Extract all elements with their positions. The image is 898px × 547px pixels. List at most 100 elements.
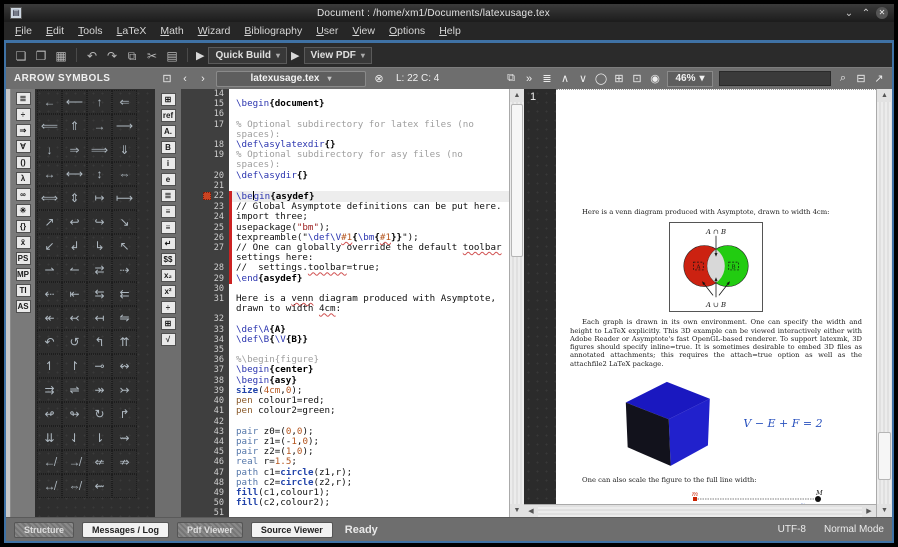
- arrow-symbol[interactable]: ↲: [62, 234, 87, 258]
- code-line[interactable]: 28// settings.toolbar=true;: [181, 263, 509, 273]
- pdf-page-list[interactable]: 1: [524, 89, 556, 504]
- arrow-symbol[interactable]: ⟹: [87, 138, 112, 162]
- arrow-symbol[interactable]: [112, 474, 137, 498]
- code-line[interactable]: 49fill(c1,colour1);: [181, 488, 509, 498]
- scroll-up-icon[interactable]: ▲: [881, 89, 888, 102]
- line-number-gutter[interactable]: 43: [181, 427, 229, 437]
- menu-math[interactable]: Math: [153, 25, 190, 37]
- arrow-symbol[interactable]: ⇜: [87, 474, 112, 498]
- arrow-symbol[interactable]: ⇒: [62, 138, 87, 162]
- bookmark-icon[interactable]: [203, 192, 211, 200]
- line-number-gutter[interactable]: 50: [181, 498, 229, 508]
- code-line[interactable]: 27// One can globally override the defau…: [181, 243, 509, 263]
- previous-page-icon[interactable]: ∧: [557, 72, 573, 85]
- arrow-symbol[interactable]: ↱: [112, 402, 137, 426]
- misc-math-symbols-icon[interactable]: ∀: [16, 140, 31, 153]
- menu-tools[interactable]: Tools: [71, 25, 110, 37]
- pdf-vertical-scrollbar[interactable]: ▲ ▼: [876, 89, 892, 517]
- back-icon[interactable]: ‹: [177, 73, 193, 85]
- arrow-symbol[interactable]: ↩: [62, 210, 87, 234]
- line-number-gutter[interactable]: 17: [181, 120, 229, 140]
- menu-bibliography[interactable]: Bibliography: [237, 25, 309, 37]
- line-number-gutter[interactable]: 36: [181, 355, 229, 365]
- arrow-symbol[interactable]: ⟸: [37, 114, 62, 138]
- arrow-symbol[interactable]: ↶: [37, 330, 62, 354]
- code-line[interactable]: 37\begin{center}: [181, 365, 509, 375]
- arrow-symbol[interactable]: ↻: [87, 402, 112, 426]
- arrow-symbol[interactable]: ⟼: [112, 186, 137, 210]
- line-number-gutter[interactable]: 14: [181, 89, 229, 99]
- scroll-down-icon[interactable]: ▼: [514, 504, 521, 517]
- arrow-symbol[interactable]: ⊸: [87, 354, 112, 378]
- superscript-icon[interactable]: x²: [161, 285, 176, 298]
- undo-icon[interactable]: ↶: [83, 46, 101, 64]
- code-line[interactable]: 51: [181, 508, 509, 517]
- arrow-symbol[interactable]: ⇕: [62, 186, 87, 210]
- arrow-symbol[interactable]: ⇢: [112, 258, 137, 282]
- arrow-symbol[interactable]: ↣: [112, 378, 137, 402]
- pdf-scroll-track[interactable]: [877, 102, 892, 504]
- font-icon[interactable]: A.: [161, 125, 176, 138]
- line-number-gutter[interactable]: 44: [181, 437, 229, 447]
- line-number-gutter[interactable]: 18: [181, 140, 229, 150]
- quick-build-button[interactable]: Quick Build ▾: [208, 47, 287, 64]
- arrow-symbol[interactable]: ⇝: [112, 426, 137, 450]
- code-line[interactable]: 15\begin{document}: [181, 99, 509, 109]
- arrow-symbol[interactable]: ⇂: [87, 426, 112, 450]
- view-pdf-button[interactable]: View PDF ▾: [304, 47, 372, 64]
- ref-icon[interactable]: ref: [161, 109, 176, 122]
- pdf-page-number[interactable]: 1: [530, 91, 536, 103]
- structure-panel-icon[interactable]: ≣: [16, 92, 31, 105]
- editor-scroll-thumb[interactable]: [511, 104, 523, 257]
- presentation-icon[interactable]: ◉: [647, 72, 663, 85]
- emph-icon[interactable]: e: [161, 173, 176, 186]
- line-number-gutter[interactable]: 29: [181, 274, 229, 284]
- original-size-icon[interactable]: ◯: [593, 72, 609, 85]
- line-number-gutter[interactable]: 22: [181, 191, 229, 202]
- run-view-pdf-icon[interactable]: ▶: [291, 49, 299, 62]
- copy-icon[interactable]: ⧉: [123, 46, 141, 64]
- line-number-gutter[interactable]: 21: [181, 181, 229, 191]
- arrow-symbol[interactable]: ↠: [87, 378, 112, 402]
- arrow-symbol[interactable]: ⇈: [112, 330, 137, 354]
- arrow-symbol[interactable]: ⇀: [37, 258, 62, 282]
- description-icon[interactable]: ≡: [161, 221, 176, 234]
- arrow-symbol[interactable]: ↔: [37, 162, 62, 186]
- code-line[interactable]: 50fill(c2,colour2);: [181, 498, 509, 508]
- run-quick-build-icon[interactable]: ▶: [196, 49, 204, 62]
- most-used-symbols-icon[interactable]: ✳: [16, 204, 31, 217]
- save-icon[interactable]: ▦: [52, 46, 70, 64]
- forward-icon[interactable]: ›: [195, 73, 211, 85]
- code-line[interactable]: 43pair z0=(0,0);: [181, 427, 509, 437]
- line-number-gutter[interactable]: 32: [181, 314, 229, 324]
- arrow-symbol[interactable]: ↘: [112, 210, 137, 234]
- arrow-symbols-icon[interactable]: ⇒: [16, 124, 31, 137]
- arrow-symbol[interactable]: ↢: [62, 306, 87, 330]
- external-viewer-icon[interactable]: ↗: [871, 72, 887, 85]
- greek-letters-icon[interactable]: λ: [16, 172, 31, 185]
- fit-page-icon[interactable]: ⊡: [629, 72, 645, 85]
- menu-user[interactable]: User: [309, 25, 345, 37]
- arrow-symbol[interactable]: ↦: [87, 186, 112, 210]
- arrow-symbol[interactable]: ⇄: [87, 258, 112, 282]
- arrow-symbol[interactable]: ↺: [62, 330, 87, 354]
- arrow-symbol[interactable]: ↫: [37, 402, 62, 426]
- search-icon[interactable]: ⌕: [835, 72, 851, 85]
- frac-icon[interactable]: ÷: [161, 301, 176, 314]
- accents-icon[interactable]: x̄: [16, 236, 31, 249]
- editor-vertical-scrollbar[interactable]: ▲ ▼: [509, 89, 524, 517]
- code-line[interactable]: 45pair z2=(1,0);: [181, 447, 509, 457]
- arrow-symbol[interactable]: ↬: [62, 402, 87, 426]
- code-line[interactable]: 34\def\B{\V{B}}: [181, 335, 509, 345]
- code-line[interactable]: 31Here is a venn diagram produced with A…: [181, 294, 509, 314]
- arrow-symbol[interactable]: ↗: [37, 210, 62, 234]
- arrow-symbol[interactable]: ←: [37, 90, 62, 114]
- arrow-symbol[interactable]: ↾: [62, 354, 87, 378]
- delimiters-icon[interactable]: (): [16, 156, 31, 169]
- newline-icon[interactable]: ↵: [161, 237, 176, 250]
- line-number-gutter[interactable]: 23: [181, 202, 229, 212]
- arrow-symbol[interactable]: ⇆: [87, 282, 112, 306]
- menu-file[interactable]: File: [8, 25, 39, 37]
- arrow-symbol[interactable]: ↕: [87, 162, 112, 186]
- code-line[interactable]: 29\end{asydef}: [181, 274, 509, 284]
